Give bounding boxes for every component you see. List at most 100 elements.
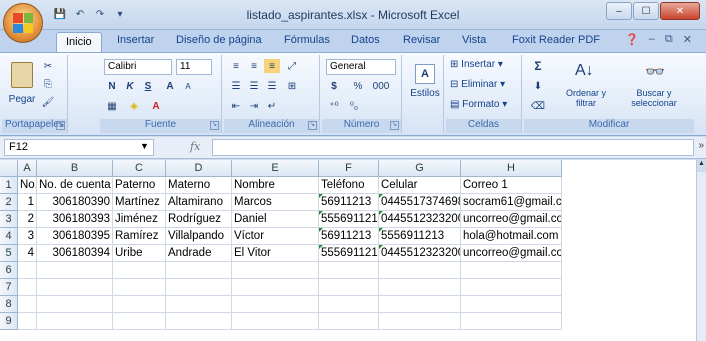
percent-button[interactable]: % [350, 79, 366, 93]
cell-C3[interactable]: Jiménez [113, 211, 166, 228]
align-top-icon[interactable]: ≡ [228, 59, 244, 73]
formula-input[interactable] [212, 139, 694, 156]
cell-G1[interactable]: Celular [379, 177, 461, 194]
cell-B2[interactable]: 306180390 [37, 194, 113, 211]
column-header[interactable]: D [166, 160, 232, 177]
cell-C5[interactable]: Uribe [113, 245, 166, 262]
cell-H9[interactable] [461, 313, 562, 330]
cell-A6[interactable] [18, 262, 37, 279]
tab-inicio[interactable]: Inicio [56, 32, 102, 53]
clear-icon[interactable]: ⌫ [530, 99, 546, 113]
vertical-scrollbar[interactable]: ▲ [696, 160, 706, 341]
align-bottom-icon[interactable]: ≡ [264, 59, 280, 73]
cell-C6[interactable] [113, 262, 166, 279]
text-orientation-icon[interactable]: ⤢ [284, 59, 300, 73]
cell-E7[interactable] [232, 279, 319, 296]
expand-formula-icon[interactable]: » [698, 140, 704, 151]
align-right-icon[interactable]: ☰ [264, 79, 280, 93]
launcher-icon[interactable]: ↘ [390, 121, 399, 130]
cell-E2[interactable]: Marcos [232, 194, 319, 211]
autosum-button[interactable]: Σ [530, 59, 546, 73]
tab-foxit[interactable]: Foxit Reader PDF [512, 34, 600, 46]
cell-F6[interactable] [319, 262, 379, 279]
cell-F7[interactable] [319, 279, 379, 296]
cell-H3[interactable]: uncorreo@gmail.com [461, 211, 562, 228]
currency-button[interactable]: $ [326, 79, 342, 93]
wrap-text-icon[interactable]: ↵ [264, 99, 280, 113]
row-header[interactable]: 5 [0, 245, 18, 262]
styles-button[interactable]: A Estilos [408, 59, 440, 115]
cell-A8[interactable] [18, 296, 37, 313]
number-format-select[interactable]: General [326, 59, 396, 75]
cell-A1[interactable]: No. [18, 177, 37, 194]
row-header[interactable]: 3 [0, 211, 18, 228]
find-select-button[interactable]: 👓 Buscar y seleccionar [618, 59, 688, 115]
cell-H6[interactable] [461, 262, 562, 279]
select-all-corner[interactable] [0, 160, 18, 177]
column-header[interactable]: G [379, 160, 461, 177]
cell-B8[interactable] [37, 296, 113, 313]
cell-F5[interactable]: 5556911213 [319, 245, 379, 262]
maximize-button[interactable]: ☐ [633, 2, 659, 20]
close-button[interactable]: ✕ [660, 2, 700, 20]
cell-B4[interactable]: 306180395 [37, 228, 113, 245]
launcher-icon[interactable]: ↘ [56, 121, 65, 130]
insert-cells-button[interactable]: ⊞ Insertar ▾ [450, 59, 503, 70]
delete-cells-button[interactable]: ⊟ Eliminar ▾ [450, 79, 505, 90]
cell-B9[interactable] [37, 313, 113, 330]
italic-button[interactable]: K [122, 79, 138, 93]
row-header[interactable]: 1 [0, 177, 18, 194]
cell-D5[interactable]: Andrade [166, 245, 232, 262]
copy-icon[interactable]: ⎘ [40, 77, 56, 91]
cell-D1[interactable]: Materno [166, 177, 232, 194]
cell-A7[interactable] [18, 279, 37, 296]
merge-icon[interactable]: ⊞ [284, 79, 300, 93]
scroll-up-icon[interactable]: ▲ [697, 160, 706, 172]
ribbon-minimize-icon[interactable]: – [649, 33, 655, 46]
cell-G9[interactable] [379, 313, 461, 330]
format-painter-icon[interactable]: 🖌 [40, 95, 56, 109]
cell-D9[interactable] [166, 313, 232, 330]
row-header[interactable]: 9 [0, 313, 18, 330]
cell-H7[interactable] [461, 279, 562, 296]
cell-D2[interactable]: Altamirano [166, 194, 232, 211]
column-header[interactable]: H [461, 160, 562, 177]
cell-C9[interactable] [113, 313, 166, 330]
cell-G3[interactable]: 0445512323200 [379, 211, 461, 228]
cell-C7[interactable] [113, 279, 166, 296]
cell-A4[interactable]: 3 [18, 228, 37, 245]
cell-A2[interactable]: 1 [18, 194, 37, 211]
cell-E8[interactable] [232, 296, 319, 313]
cell-A3[interactable]: 2 [18, 211, 37, 228]
align-middle-icon[interactable]: ≡ [246, 59, 262, 73]
cell-F1[interactable]: Teléfono [319, 177, 379, 194]
align-center-icon[interactable]: ☰ [246, 79, 262, 93]
cell-E4[interactable]: Víctor [232, 228, 319, 245]
cell-G8[interactable] [379, 296, 461, 313]
decrease-decimal-icon[interactable]: ⁰₀ [346, 99, 362, 113]
cell-D7[interactable] [166, 279, 232, 296]
font-color-icon[interactable]: A [148, 99, 164, 113]
cell-H1[interactable]: Correo 1 [461, 177, 562, 194]
increase-decimal-icon[interactable]: ⁺⁰ [326, 99, 342, 113]
cell-F9[interactable] [319, 313, 379, 330]
cell-E9[interactable] [232, 313, 319, 330]
insert-function-icon[interactable]: fx [190, 140, 200, 153]
launcher-icon[interactable]: ↘ [308, 121, 317, 130]
cell-F4[interactable]: 56911213 [319, 228, 379, 245]
cell-G2[interactable]: 0445517374698 [379, 194, 461, 211]
tab-diseno[interactable]: Diseño de página [176, 34, 262, 46]
cell-C1[interactable]: Paterno [113, 177, 166, 194]
column-header[interactable]: C [113, 160, 166, 177]
office-button[interactable] [3, 3, 43, 43]
cell-C4[interactable]: Ramírez [113, 228, 166, 245]
cell-A9[interactable] [18, 313, 37, 330]
format-cells-button[interactable]: ▤ Formato ▾ [450, 99, 507, 110]
borders-icon[interactable]: ▦ [104, 99, 120, 113]
tab-insertar[interactable]: Insertar [117, 34, 154, 46]
cell-B1[interactable]: No. de cuenta [37, 177, 113, 194]
cell-G4[interactable]: 5556911213 [379, 228, 461, 245]
column-header[interactable]: F [319, 160, 379, 177]
cell-H8[interactable] [461, 296, 562, 313]
cell-F2[interactable]: 56911213 [319, 194, 379, 211]
